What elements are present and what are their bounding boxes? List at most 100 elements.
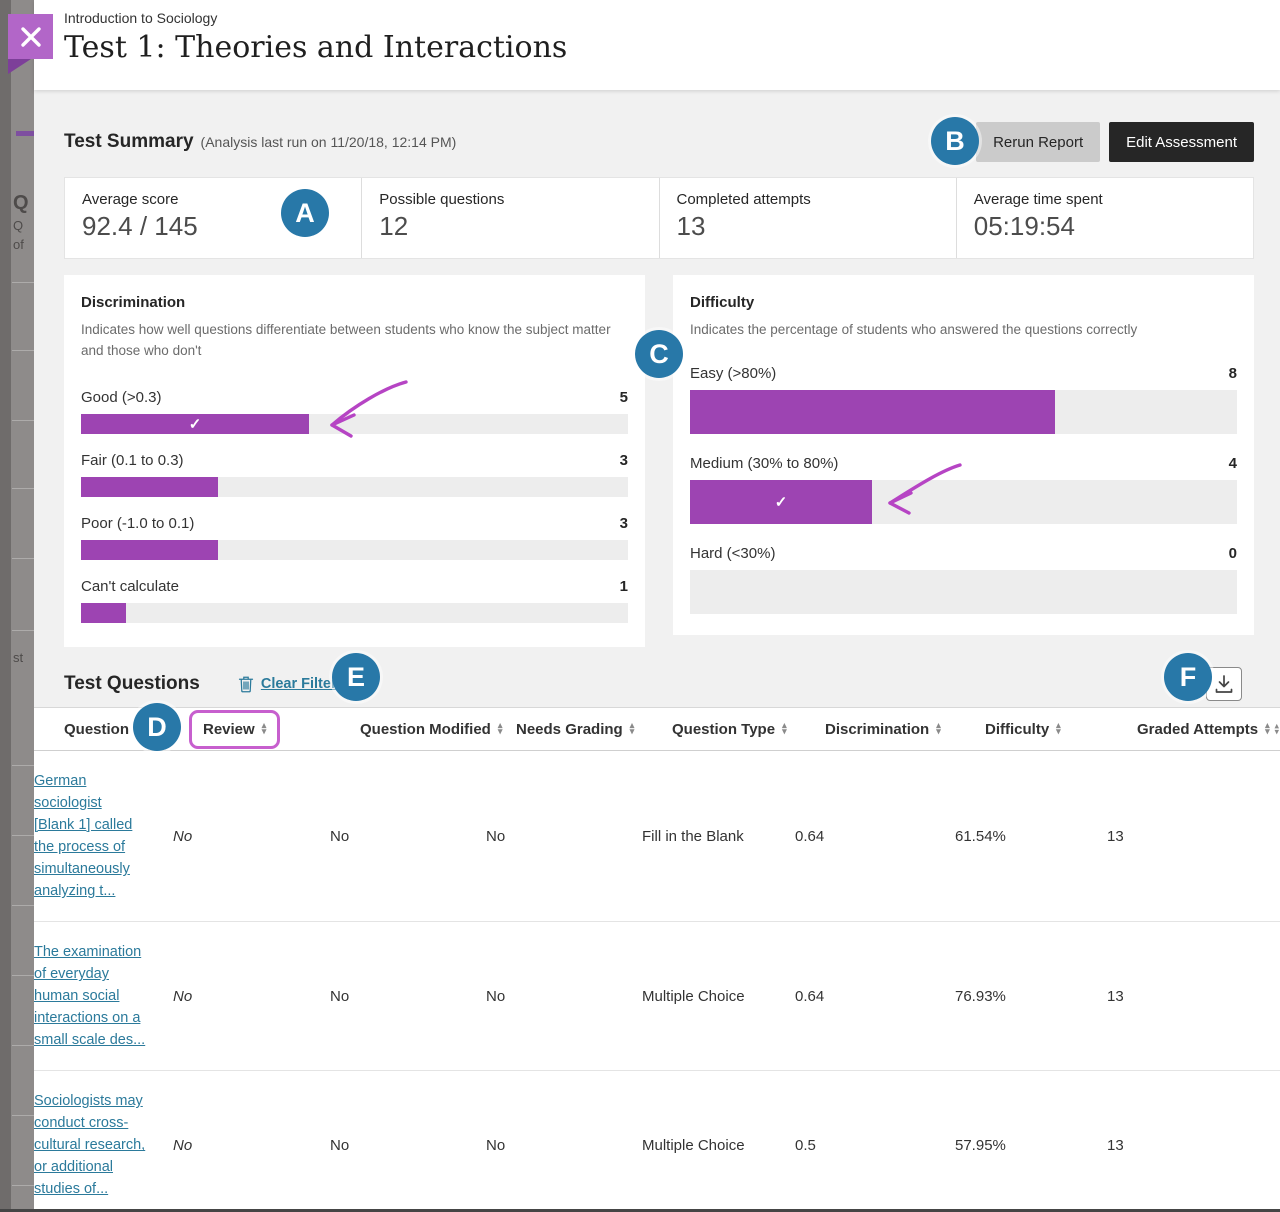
bar-count: 0 <box>1229 545 1237 562</box>
column-header-discrimination[interactable]: Discrimination ▴▾ <box>825 721 985 738</box>
column-label: Graded Attempts <box>1137 721 1258 738</box>
panel-content: Test Summary (Analysis last run on 11/20… <box>34 120 1280 1212</box>
bar-count: 1 <box>620 578 628 595</box>
bar-track: ✓ <box>690 480 1237 524</box>
background-divider <box>12 835 34 836</box>
sort-arrows-icon[interactable]: ▴▾ <box>630 723 635 734</box>
table-row: The examination of everyday human social… <box>34 921 1280 1070</box>
sort-arrows-icon[interactable]: ▴▾ <box>262 723 267 734</box>
column-label: Question <box>64 721 129 738</box>
background-text-fragment: Q <box>13 218 34 233</box>
panel-header: Introduction to Sociology Test 1: Theori… <box>34 0 1280 90</box>
bar-fill <box>81 603 126 623</box>
table-header-row: QuestionReview▴▾Question Modified▴▾Needs… <box>34 707 1280 751</box>
chart-bar-row: Hard (<30%) 0 <box>690 545 1237 614</box>
close-icon <box>20 26 42 48</box>
sort-arrows-icon[interactable]: ▴▾ <box>1056 723 1061 734</box>
background-divider <box>12 1185 34 1186</box>
background-divider <box>12 630 34 631</box>
bar-count: 4 <box>1229 455 1237 472</box>
difficulty-description: Indicates the percentage of students who… <box>690 320 1237 341</box>
difficulty-title: Difficulty <box>690 294 1237 311</box>
rerun-report-button[interactable]: Rerun Report <box>976 122 1100 162</box>
annotation-circle-a: A <box>281 189 329 237</box>
bar-label: Good (>0.3) <box>81 389 161 406</box>
background-divider <box>12 1045 34 1046</box>
test-questions-header: Test Questions Clear Filters <box>64 661 1254 707</box>
column-label: Question Type <box>672 721 775 738</box>
sort-arrows-icon[interactable]: ▴▾ <box>936 723 941 734</box>
background-text-fragment: of <box>13 237 34 252</box>
question-type-cell: Fill in the Blank <box>642 828 795 845</box>
needs-grading-cell: No <box>486 1137 642 1154</box>
question-link[interactable]: The examination of everyday human social… <box>34 944 145 1048</box>
column-header-question-type[interactable]: Question Type ▴▾ <box>672 721 825 738</box>
column-header-needs-grading[interactable]: Needs Grading ▴▾ <box>516 721 672 738</box>
stat-value: 13 <box>677 211 956 242</box>
sort-arrows-icon[interactable]: ▴▾ <box>1265 723 1270 734</box>
summary-stat-card: Completed attempts 13 <box>659 178 956 258</box>
background-divider <box>12 765 34 766</box>
discrimination-bars: Good (>0.3) 5 ✓ Fair (0.1 to 0.3)3 Poor (-1.… <box>81 389 628 623</box>
bar-fill <box>690 390 1055 434</box>
background-divider <box>12 1115 34 1116</box>
background-divider <box>12 975 34 976</box>
question-cell: German sociologist [Blank 1] called the … <box>34 770 173 902</box>
background-divider <box>12 558 34 559</box>
table-row: Sociologists may conduct cross-cultural … <box>34 1070 1280 1212</box>
question-type-cell: Multiple Choice <box>642 1137 795 1154</box>
bar-track <box>690 390 1237 434</box>
needs-grading-cell: No <box>486 828 642 845</box>
stat-label: Completed attempts <box>677 191 956 208</box>
chart-bar-row: Easy (>80%) 8 <box>690 365 1237 434</box>
annotation-circle-e: E <box>332 653 380 701</box>
annotation-circle-b: B <box>931 117 979 165</box>
bar-label: Hard (<30%) <box>690 545 775 562</box>
checkmark-icon: ✓ <box>81 415 309 433</box>
background-divider <box>12 905 34 906</box>
column-header-review[interactable]: Review ▴▾ <box>203 710 360 749</box>
bar-count: 5 <box>620 389 628 406</box>
clear-filters-link[interactable]: Clear Filters <box>238 675 345 693</box>
table-row: German sociologist [Blank 1] called the … <box>34 751 1280 921</box>
sort-arrows-icon[interactable]: ▴▾ <box>782 723 787 734</box>
close-button-fold <box>8 59 31 74</box>
column-label: Discrimination <box>825 721 929 738</box>
bar-count: 8 <box>1229 365 1237 382</box>
background-page-strip: QQofst <box>0 0 34 1212</box>
stat-label: Possible questions <box>379 191 658 208</box>
background-left-edge <box>0 0 11 1212</box>
chart-bar-row: Poor (-1.0 to 0.1)3 <box>81 515 628 560</box>
question-link[interactable]: German sociologist [Blank 1] called the … <box>34 773 132 899</box>
column-header-question-modified[interactable]: Question Modified▴▾ <box>360 721 516 738</box>
needs-grading-cell: No <box>486 988 642 1005</box>
close-panel-button[interactable] <box>8 14 53 59</box>
review-column-highlight: Review ▴▾ <box>189 710 280 749</box>
stat-value: 12 <box>379 211 658 242</box>
column-header-graded-attempts[interactable]: Graded Attempts ▴▾ <box>1137 721 1280 738</box>
column-label: Needs Grading <box>516 721 623 738</box>
chart-bar-row: Good (>0.3) 5 ✓ <box>81 389 628 434</box>
sort-arrows-icon[interactable]: ▴▾ <box>498 723 503 734</box>
summary-stat-card: Average time spent05:19:54 <box>956 178 1253 258</box>
cutoff-column-sort-icon[interactable]: ▴▾ <box>1274 723 1279 734</box>
question-link[interactable]: Sociologists may conduct cross-cultural … <box>34 1093 145 1197</box>
bar-fill <box>81 477 218 497</box>
graded-attempts-cell: 13 <box>1107 828 1280 845</box>
difficulty-bars: Easy (>80%) 8 Medium (30% to 80%) 4 ✓ Hard (<… <box>690 365 1237 614</box>
course-name: Introduction to Sociology <box>64 10 1280 26</box>
bar-fill <box>81 540 218 560</box>
chart-bar-row: Fair (0.1 to 0.3)3 <box>81 452 628 497</box>
trash-icon <box>238 675 254 693</box>
checkmark-icon: ✓ <box>690 493 872 511</box>
bar-label: Easy (>80%) <box>690 365 776 382</box>
difficulty-value-cell: 61.54% <box>955 828 1107 845</box>
bar-label: Medium (30% to 80%) <box>690 455 838 472</box>
column-label: Review <box>203 721 255 738</box>
background-divider <box>12 488 34 489</box>
difficulty-value-cell: 57.95% <box>955 1137 1107 1154</box>
analysis-last-run: (Analysis last run on 11/20/18, 12:14 PM… <box>201 134 457 150</box>
column-header-difficulty[interactable]: Difficulty▴▾ <box>985 721 1137 738</box>
test-summary-header: Test Summary (Analysis last run on 11/20… <box>64 120 1254 164</box>
edit-assessment-button[interactable]: Edit Assessment <box>1109 122 1254 162</box>
